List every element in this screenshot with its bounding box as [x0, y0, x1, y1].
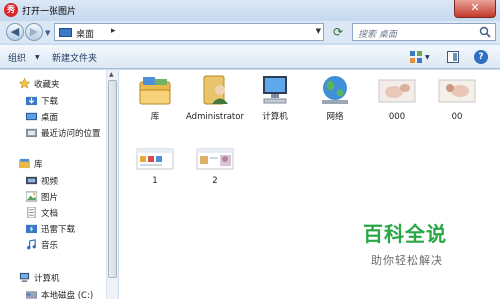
- watermark-subtitle: 助你轻松解决: [371, 254, 443, 267]
- organize-menu[interactable]: 组织: [8, 51, 26, 64]
- chevron-down-icon[interactable]: ▼: [316, 27, 321, 35]
- file-label: 库: [150, 112, 160, 122]
- command-toolbar: 组织 ▼ 新建文件夹 ▼ ?: [0, 45, 500, 69]
- back-button[interactable]: ◀: [6, 23, 24, 41]
- sidebar-item-label: 库: [34, 160, 43, 170]
- sidebar-item-label: 下载: [41, 97, 59, 107]
- sidebar-item-label: 收藏夹: [34, 80, 60, 90]
- scroll-up-icon[interactable]: ▲: [109, 71, 114, 78]
- file-item-library[interactable]: 库: [125, 74, 185, 122]
- address-bar-row: ◀ ▶ ▼ 桌面 ▸ ▼ ⟳ 搜索 桌面: [0, 21, 500, 43]
- navigation-pane: 收藏夹 下载 桌面 最近访问的位置 库 视频 图片 文档 迅雷下载 音乐 计算机: [0, 70, 118, 299]
- computer-icon: [263, 76, 287, 104]
- sidebar-item-label: 计算机: [34, 274, 60, 284]
- hard-drive-icon: [26, 291, 37, 299]
- library-icon: [19, 158, 30, 169]
- library-icon: [139, 77, 171, 105]
- recent-places-icon: [26, 128, 37, 138]
- watermark-logo: 百科全说 助你轻松解决: [349, 212, 473, 276]
- file-item-network[interactable]: 网络: [305, 74, 365, 122]
- chevron-right-icon[interactable]: ▸: [111, 26, 116, 36]
- sidebar-item-label: 本地磁盘 (C:): [41, 291, 94, 299]
- image-thumbnail: [378, 79, 416, 103]
- sidebar-item-label: 迅雷下载: [41, 225, 76, 235]
- app-icon: 秀: [4, 3, 18, 17]
- file-item-1[interactable]: 1: [125, 148, 185, 186]
- file-item-000[interactable]: 000: [367, 74, 427, 122]
- desktop-icon: [59, 28, 72, 37]
- view-dropdown-icon[interactable]: ▼: [425, 54, 430, 61]
- window-title: 打开一张图片: [22, 7, 77, 17]
- desktop-icon: [26, 112, 37, 121]
- file-label: 2: [212, 176, 218, 186]
- address-location[interactable]: 桌面: [76, 27, 94, 40]
- file-item-administrator[interactable]: Administrator: [185, 74, 245, 122]
- scroll-thumb[interactable]: [108, 80, 117, 278]
- thunder-download-icon: [26, 224, 37, 234]
- music-icon: [27, 239, 36, 250]
- file-label: 计算机: [262, 112, 288, 122]
- sidebar-item-label: 文档: [41, 209, 59, 219]
- download-folder-icon: [26, 96, 37, 106]
- title-bar: 秀 打开一张图片 ✕: [0, 0, 500, 21]
- file-label: Administrator: [186, 112, 244, 122]
- sidebar-item-label: 桌面: [41, 113, 59, 123]
- recent-pages-dropdown[interactable]: ▼: [45, 29, 50, 37]
- nav-scrollbar[interactable]: ▲: [106, 70, 118, 299]
- organize-dropdown-icon[interactable]: ▼: [35, 54, 40, 61]
- preview-pane-icon[interactable]: [447, 51, 459, 63]
- sidebar-item-label: 最近访问的位置: [41, 129, 101, 139]
- file-item-00[interactable]: 00: [427, 74, 487, 122]
- address-box[interactable]: 桌面 ▸ ▼: [54, 23, 324, 41]
- change-view-icon[interactable]: [410, 51, 422, 63]
- user-folder-icon: [203, 75, 228, 105]
- file-label: 000: [388, 112, 406, 122]
- computer-icon: [19, 272, 30, 283]
- help-icon[interactable]: ?: [474, 50, 488, 64]
- document-icon: [27, 207, 36, 218]
- search-input[interactable]: 搜索 桌面: [352, 23, 496, 41]
- file-label: 网络: [326, 112, 344, 122]
- search-icon[interactable]: [479, 26, 491, 38]
- new-folder-button[interactable]: 新建文件夹: [52, 51, 97, 64]
- file-label: 00: [451, 112, 463, 122]
- image-thumbnail: [196, 148, 234, 170]
- video-icon: [26, 176, 37, 185]
- sidebar-item-label: 图片: [41, 193, 59, 203]
- watermark-title: 百科全说: [363, 222, 447, 246]
- file-item-computer[interactable]: 计算机: [245, 74, 305, 122]
- search-placeholder: 搜索 桌面: [358, 30, 397, 40]
- file-item-2[interactable]: 2: [185, 148, 245, 186]
- image-thumbnail: [136, 148, 174, 170]
- star-icon: [19, 78, 30, 89]
- picture-icon: [26, 191, 37, 202]
- network-icon: [322, 76, 348, 104]
- close-button[interactable]: ✕: [454, 0, 496, 18]
- forward-button[interactable]: ▶: [25, 23, 43, 41]
- file-label: 1: [152, 176, 158, 186]
- image-thumbnail: [438, 79, 476, 103]
- sidebar-item-label: 视频: [41, 177, 59, 187]
- sidebar-item-label: 音乐: [41, 241, 59, 251]
- refresh-button[interactable]: ⟳: [328, 23, 348, 41]
